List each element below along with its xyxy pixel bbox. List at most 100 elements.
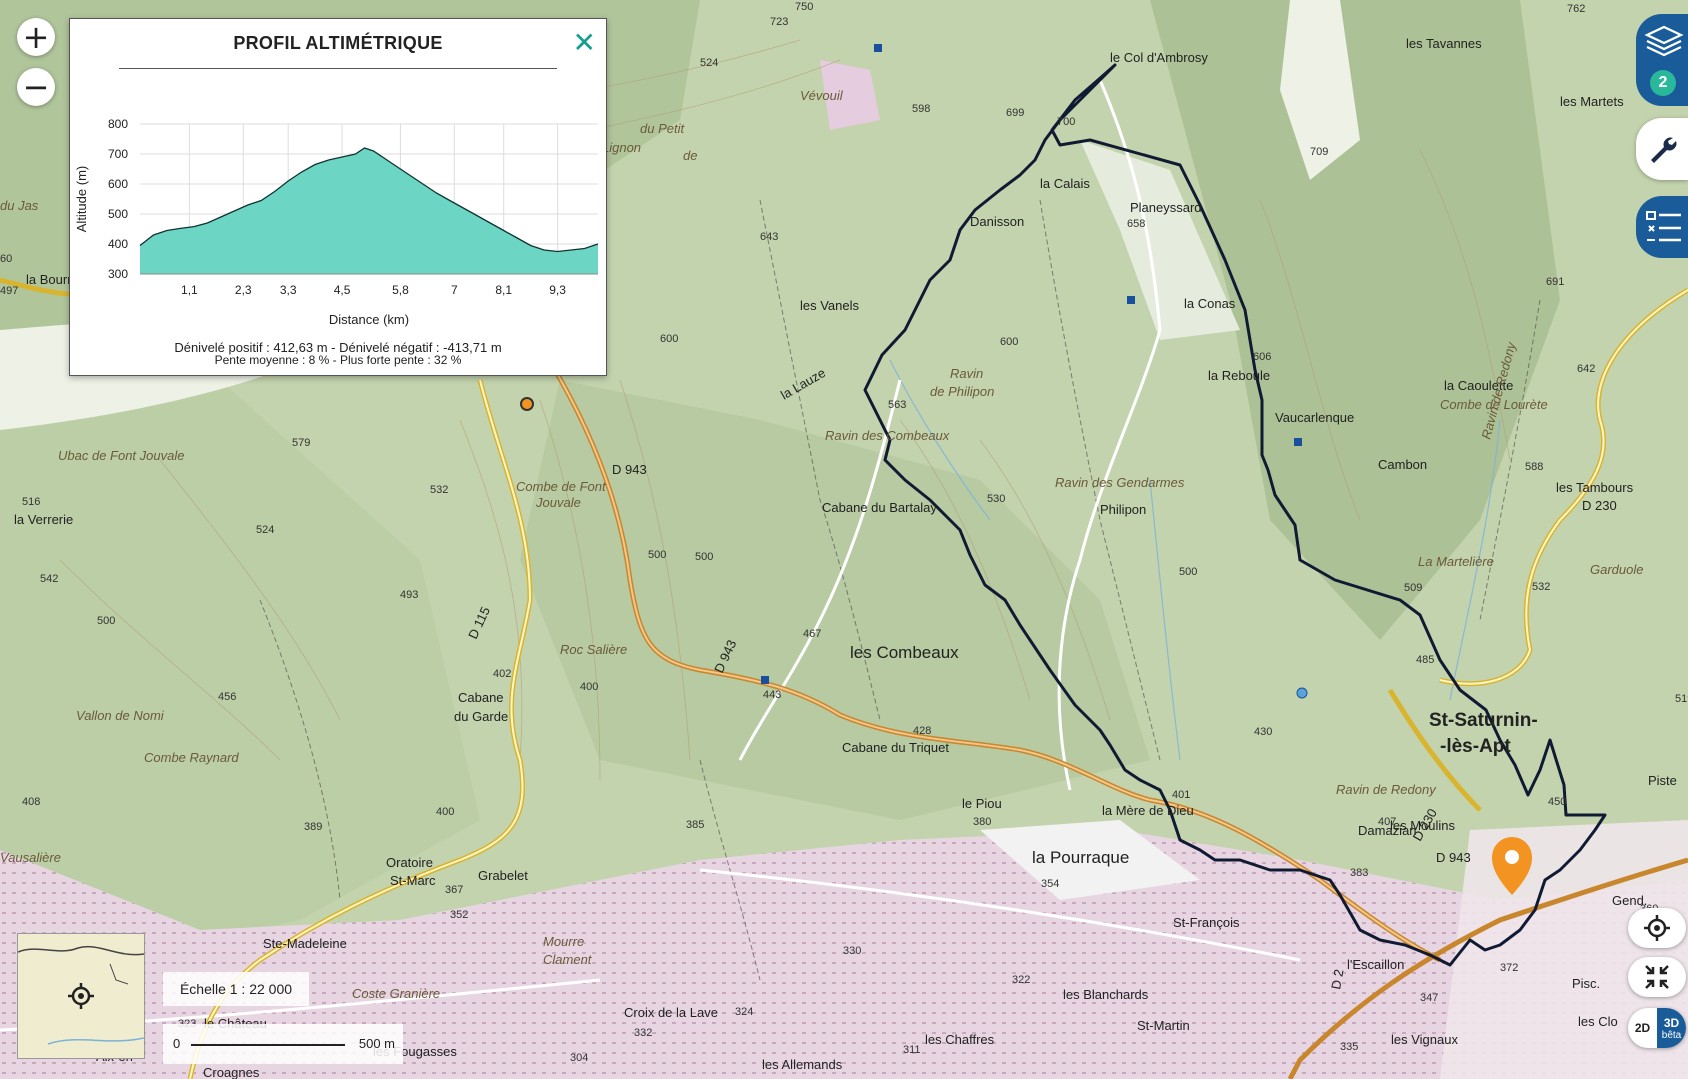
map-place-label: Vausalière [0, 850, 61, 865]
map-place-label: Combe Raynard [144, 750, 239, 765]
map-place-label: Garduole [1590, 562, 1643, 577]
x-tick-label: 3,3 [280, 283, 297, 297]
elevation-label: 352 [450, 909, 468, 921]
map-place-label: la Pourraque [1032, 848, 1129, 867]
y-tick-label: 400 [108, 237, 128, 251]
tools-button[interactable] [1636, 118, 1688, 180]
x-tick-label: 2,3 [235, 283, 252, 297]
elevation-label: 335 [1340, 1041, 1358, 1053]
map-place-label: Coste Granière [352, 986, 440, 1001]
map-place-label: Ravin des Gendarmes [1055, 475, 1185, 490]
elevation-label: 383 [1350, 867, 1368, 879]
minimap-target-icon [68, 983, 94, 1009]
elevation-label: 332 [634, 1027, 652, 1039]
elevation-label: 389 [304, 821, 322, 833]
elevation-area [140, 148, 598, 274]
map-place-label: les Vanels [800, 298, 860, 313]
elevation-label: 542 [40, 573, 58, 585]
y-tick-label: 500 [108, 207, 128, 221]
elevation-label: 762 [1567, 3, 1585, 15]
slope-stats: Pente moyenne : 8 % - Plus forte pente :… [214, 353, 462, 367]
map-place-label: la Verrerie [14, 512, 73, 527]
crosshair-icon [1644, 915, 1670, 941]
overview-minimap[interactable] [17, 933, 145, 1059]
map-place-label: Piste [1648, 773, 1677, 788]
map-place-label: Ubac de Font Jouvale [58, 448, 184, 463]
y-tick-label: 700 [108, 147, 128, 161]
elevation-label: 532 [430, 484, 448, 496]
elevation-label: 509 [1404, 582, 1422, 594]
x-tick-label: 1,1 [181, 283, 198, 297]
elevation-label: 532 [1532, 581, 1550, 593]
elevation-label: 372 [1500, 962, 1518, 974]
x-tick-label: 8,1 [495, 283, 512, 297]
elevation-label: 500 [97, 615, 115, 627]
elevation-label: 450 [1548, 796, 1566, 808]
map-place-label: les Blanchards [1063, 987, 1149, 1002]
zoom-in-button[interactable]: + [17, 18, 55, 56]
zoom-out-button[interactable]: − [17, 68, 55, 106]
map-place-label: les Combeaux [850, 643, 959, 662]
map-place-label: St-Saturnin- [1429, 710, 1538, 731]
map-place-label: Cabane [458, 690, 504, 705]
y-tick-label: 800 [108, 117, 128, 131]
layers-panel-tab[interactable]: 2 [1636, 14, 1688, 106]
elevation-label: 723 [770, 16, 788, 28]
elevation-label: 524 [700, 57, 718, 69]
view-mode-toggle[interactable]: 2D 3D bêta [1628, 1008, 1686, 1048]
map-place-label: Cabane du Bartalay [822, 500, 937, 515]
elevation-label: 691 [1546, 276, 1564, 288]
elevation-label: 485 [1416, 654, 1434, 666]
elevation-label: 311 [903, 1044, 921, 1056]
map-place-label: Croix de la Lave [624, 1005, 718, 1020]
map-place-label: les Clo [1578, 1014, 1618, 1029]
layers-icon [1644, 25, 1684, 57]
map-place-label: les Allemands [762, 1057, 843, 1072]
map-place-label: Roc Salière [560, 642, 627, 657]
elevation-label: 60 [0, 253, 12, 265]
map-place-label: Jouvale [535, 495, 581, 510]
map-place-label: Oratoire [386, 855, 433, 870]
map-place-label: Vaucarlenque [1275, 410, 1354, 425]
map-place-label: du Garde [454, 709, 508, 724]
elevation-label: 524 [256, 524, 274, 536]
map-place-label: Grabelet [478, 868, 528, 883]
elevation-label: 380 [973, 816, 991, 828]
elevation-label: 400 [580, 681, 598, 693]
elevation-label: 400 [436, 806, 454, 818]
map-place-label: Ravin des Combeaux [825, 428, 950, 443]
map-place-label: Vallon de Nomi [76, 708, 165, 723]
map-place-label: Mourre [543, 934, 584, 949]
elevation-label: 642 [1577, 363, 1595, 375]
elevation-label: 600 [660, 333, 678, 345]
x-tick-label: 5,8 [392, 283, 409, 297]
elevation-label: 430 [1254, 726, 1272, 738]
map-place-label: la Reboule [1208, 368, 1270, 383]
map-place-label: Cambon [1378, 457, 1427, 472]
elevation-label: 500 [695, 551, 713, 563]
map-place-label: La Martelière [1418, 554, 1494, 569]
title-divider [119, 68, 557, 69]
list-icon [1646, 211, 1681, 242]
fullscreen-button[interactable] [1628, 957, 1686, 997]
elevation-label: 750 [795, 1, 813, 13]
map-place-label: Ravin [950, 366, 983, 381]
legend-panel-tab[interactable] [1636, 196, 1688, 258]
map-place-label: du Petit [640, 121, 685, 136]
y-tick-label: 300 [108, 267, 128, 281]
elevation-label: 530 [987, 493, 1005, 505]
map-place-label: le Col d'Ambrosy [1110, 50, 1208, 65]
map-place-label: de [683, 148, 697, 163]
geolocate-button[interactable] [1628, 908, 1686, 948]
map-place-label: la Conas [1184, 296, 1236, 311]
map-place-label: les Chaffres [925, 1032, 995, 1047]
elevation-label: 304 [570, 1052, 588, 1064]
map-place-label: -lès-Apt [1440, 736, 1511, 757]
map-place-label: St-Martin [1137, 1018, 1190, 1033]
elevation-label: 598 [912, 103, 930, 115]
elevation-label: 347 [1420, 992, 1438, 1004]
map-place-label: les Martets [1560, 94, 1624, 109]
elevation-label: 606 [1253, 351, 1271, 363]
2d-option[interactable]: 2D [1628, 1021, 1657, 1035]
close-icon[interactable]: ✕ [573, 29, 596, 57]
